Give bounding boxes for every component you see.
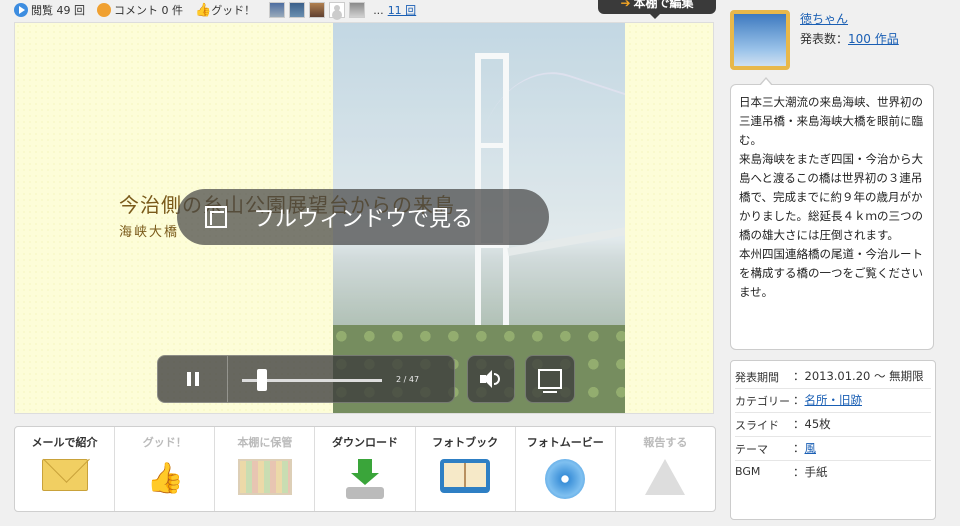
- action-label: フォトムービー: [526, 436, 604, 449]
- good-stat: 👍 グッド！: [195, 2, 255, 18]
- info-key: スライド: [735, 419, 779, 432]
- pause-icon: [186, 372, 191, 386]
- volume-button[interactable]: [467, 355, 515, 403]
- full-window-label: フルウィンドウで見る: [253, 207, 474, 232]
- action-photomovie[interactable]: フォトムービー: [516, 427, 616, 511]
- theme-link[interactable]: 風: [805, 441, 817, 455]
- info-row-category: カテゴリー ：名所・旧跡: [735, 389, 931, 413]
- views-stat: 閲覧 49 回: [14, 2, 85, 18]
- info-value: ：手紙: [793, 465, 828, 479]
- action-label: 報告する: [643, 436, 688, 449]
- info-value: ：2013.01.20 ～ 無期限: [793, 369, 924, 383]
- warning-icon: [645, 459, 686, 495]
- action-photobook[interactable]: フォトブック: [416, 427, 516, 511]
- more-ellipsis: ...: [373, 3, 384, 17]
- info-separator: ：: [793, 441, 805, 455]
- comments-stat: コメント 0 件: [97, 2, 183, 18]
- author-profile: 徳ちゃん 発表数：100 作品: [730, 10, 950, 70]
- action-mail[interactable]: メールで紹介: [15, 427, 116, 511]
- good-users: [269, 2, 366, 18]
- photobook-icon: [440, 459, 491, 493]
- action-download[interactable]: ダウンロード: [315, 427, 416, 511]
- arrow-icon: ➔: [620, 0, 631, 10]
- volume-icon: [480, 370, 502, 388]
- views-unit: 回: [74, 4, 85, 17]
- action-good[interactable]: グッド！ 👍: [115, 427, 216, 511]
- comments-count: 0: [161, 3, 169, 17]
- good-count-link[interactable]: 11 回: [388, 2, 417, 18]
- pause-button[interactable]: [158, 356, 228, 402]
- thumbs-up-icon: 👍: [195, 2, 212, 18]
- description-paragraph: 日本三大潮流の来島海峡、世界初の三連吊橋・来島海峡大橋を眼前に臨む。: [739, 95, 923, 147]
- action-label: グッド！: [142, 436, 187, 449]
- description-paragraph: 本州四国連絡橋の尾道・今治ルートを構成する橋の一つをご覧くださいませ。: [739, 247, 923, 299]
- action-label: フォトブック: [432, 436, 499, 449]
- description-paragraph: 来島海峡をまたぎ四国・今治から大島へと渡るこの橋は世界初の３連吊橋で、完成までに…: [739, 152, 923, 242]
- mail-icon: [41, 459, 88, 491]
- views-count: 49: [56, 3, 71, 17]
- info-row-period: 発表期間 ：2013.01.20 ～ 無期限: [735, 365, 931, 389]
- action-label: ダウンロード: [331, 436, 398, 449]
- info-row-theme: テーマ ：風: [735, 437, 931, 461]
- good-label: グッド！: [211, 4, 256, 17]
- action-toolbar: メールで紹介 グッド！ 👍 本棚に保管 ダウンロード フォトブック フォトムービ…: [14, 426, 716, 512]
- works-count: 発表数：100 作品: [800, 30, 899, 47]
- action-bookshelf[interactable]: 本棚に保管: [215, 427, 316, 511]
- fullscreen-button[interactable]: [525, 355, 575, 403]
- screen-icon: [538, 369, 562, 393]
- comments-unit: 件: [172, 4, 183, 17]
- category-link[interactable]: 名所・旧跡: [805, 393, 863, 407]
- edit-on-shelf-button[interactable]: ➔ 本棚で編集: [598, 0, 716, 19]
- user-avatar[interactable]: [269, 2, 286, 18]
- works-label: 発表数：: [800, 32, 849, 46]
- slide-caption-subtitle: 海峡大橋: [119, 225, 180, 240]
- playback-controls: 2 / 47: [157, 355, 455, 403]
- comments-label: コメント: [114, 4, 158, 17]
- seek-handle[interactable]: [257, 369, 268, 391]
- info-separator: ：: [793, 393, 805, 407]
- info-value: ：45枚: [793, 417, 831, 431]
- seek-bar[interactable]: [242, 356, 402, 402]
- views-label: 閲覧: [31, 4, 53, 17]
- info-key: BGM: [735, 465, 761, 478]
- user-avatar[interactable]: [329, 2, 346, 18]
- edit-on-shelf-label: 本棚で編集: [633, 0, 694, 10]
- slideshow-viewer[interactable]: 今治側の糸山公園展望台からの来島 海峡大橋 フルウィンドウで見る 2 / 47: [14, 22, 714, 414]
- fullscreen-icon: [205, 206, 227, 228]
- bookshelf-icon: [237, 459, 292, 495]
- user-avatar[interactable]: [349, 2, 366, 18]
- download-icon: [345, 459, 384, 499]
- username-link[interactable]: 徳ちゃん: [800, 10, 848, 27]
- thumbs-up-icon: 👍: [146, 461, 185, 496]
- comment-icon: [97, 3, 111, 17]
- info-key: 発表期間: [735, 371, 779, 384]
- info-row-slides: スライド ：45枚: [735, 413, 931, 437]
- info-row-bgm: BGM ：手紙: [735, 461, 931, 485]
- disc-icon: [545, 459, 586, 499]
- info-key: テーマ: [735, 443, 768, 456]
- play-icon: [14, 3, 28, 17]
- action-label: 本棚に保管: [237, 436, 293, 449]
- info-key: カテゴリー: [735, 395, 790, 408]
- user-avatar[interactable]: [309, 2, 326, 18]
- user-avatar[interactable]: [289, 2, 306, 18]
- avatar[interactable]: [730, 10, 790, 70]
- info-table: 発表期間 ：2013.01.20 ～ 無期限 カテゴリー ：名所・旧跡 スライド…: [730, 360, 936, 520]
- works-link[interactable]: 100 作品: [848, 32, 899, 46]
- action-report[interactable]: 報告する: [616, 427, 715, 511]
- description-box: 日本三大潮流の来島海峡、世界初の三連吊橋・来島海峡大橋を眼前に臨む。 来島海峡を…: [730, 77, 934, 350]
- full-window-button[interactable]: フルウィンドウで見る: [177, 189, 549, 245]
